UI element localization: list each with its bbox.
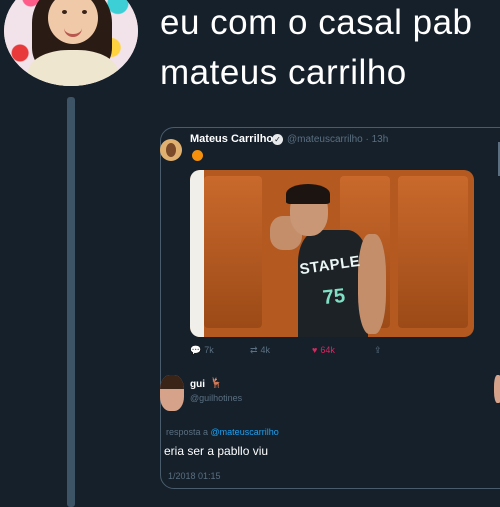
deer-emoji-icon: 🦌	[210, 378, 223, 389]
reply-author-handle[interactable]: @guilhotines	[190, 393, 242, 403]
like-count: 64k	[320, 345, 335, 355]
quoted-author-avatar[interactable]	[160, 139, 182, 161]
tweet-text-line-2: mateus carrilho	[160, 53, 407, 92]
replying-to: resposta a @mateuscarrilho	[166, 427, 279, 437]
share-action[interactable]: ⇪	[374, 345, 385, 356]
avatar-dress	[28, 50, 118, 86]
photo-door-panel	[398, 176, 468, 328]
user-avatar[interactable]	[4, 0, 138, 86]
reply-count: 7k	[204, 345, 214, 355]
retweet-action[interactable]: ⇄ 4k	[250, 345, 270, 356]
photo-person-arm	[358, 234, 386, 334]
tweet-text: eu com o casal pab mateus carrilho	[160, 0, 473, 98]
photo-wall	[190, 170, 204, 337]
photo-door-panel	[204, 176, 262, 328]
photo-shirt-number: 75	[321, 284, 347, 310]
retweet-icon: ⇄	[250, 345, 258, 355]
reply-timestamp[interactable]: 1/2018 01:15	[168, 471, 221, 481]
share-icon: ⇪	[374, 345, 382, 355]
thread-line	[67, 97, 75, 507]
reply-text: eria ser a pabllo viu	[164, 444, 269, 458]
tweet-text-line-1: eu com o casal pab	[160, 3, 473, 42]
retweet-count: 4k	[260, 345, 271, 355]
heart-icon: ♥	[312, 345, 318, 355]
adjacent-avatar	[494, 375, 500, 403]
quoted-author-handle[interactable]: @mateuscarrilho · 13h	[287, 134, 388, 145]
replying-to-prefix: resposta a	[166, 427, 209, 437]
avatar-eye	[82, 10, 87, 14]
reply-icon: 💬	[190, 345, 202, 355]
quoted-author-name[interactable]: Mateus Carrilho	[190, 133, 273, 145]
photo-person-hair	[286, 184, 330, 204]
reply-author-avatar[interactable]	[160, 375, 184, 411]
emoji-icon	[192, 150, 203, 161]
reply-author-name[interactable]: gui	[190, 379, 205, 390]
verified-badge-icon: ✓	[272, 134, 283, 145]
avatar-eye	[62, 10, 67, 14]
quoted-tweet-photo[interactable]: STAPLE 75	[190, 170, 474, 337]
replying-to-mention[interactable]: @mateuscarrilho	[211, 427, 279, 437]
reply-action[interactable]: 💬 7k	[190, 345, 214, 356]
like-action[interactable]: ♥ 64k	[312, 345, 335, 355]
